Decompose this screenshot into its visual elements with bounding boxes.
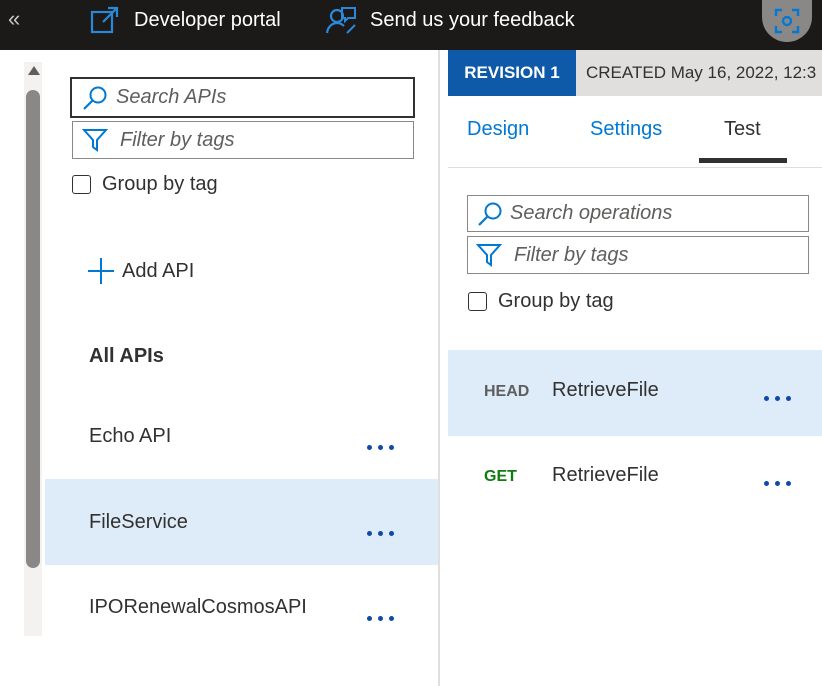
api-name: FileService (89, 510, 188, 533)
operation-name: RetrieveFile (552, 379, 659, 401)
more-options-icon[interactable] (367, 445, 394, 450)
operation-list-item[interactable]: HEAD RetrieveFile (448, 350, 822, 436)
operation-list-item[interactable]: GET RetrieveFile (448, 436, 822, 522)
scroll-up-arrow-icon[interactable] (28, 66, 40, 75)
double-chevron-left-icon[interactable]: « (8, 5, 20, 33)
top-command-bar: « Developer portal Send us your feedback (0, 0, 822, 50)
tab-test[interactable]: Test (724, 118, 761, 141)
search-apis-box[interactable] (70, 77, 415, 118)
search-apis-input[interactable] (116, 86, 413, 109)
filter-operations-box[interactable] (467, 236, 809, 274)
api-list-item[interactable]: Echo API (45, 393, 438, 479)
group-by-tag-checkbox[interactable]: Group by tag (72, 173, 218, 196)
scrollbar-thumb[interactable] (26, 90, 40, 568)
revision-created-text: CREATED May 16, 2022, 12:3 (576, 50, 822, 96)
group-by-tag-label: Group by tag (498, 290, 614, 312)
api-list-item[interactable]: FileService (45, 479, 438, 565)
developer-portal-label: Developer portal (134, 8, 281, 31)
search-icon (478, 202, 502, 226)
send-feedback-button[interactable]: Send us your feedback (326, 0, 575, 40)
tab-design[interactable]: Design (467, 118, 529, 141)
more-options-icon[interactable] (764, 396, 791, 401)
search-operations-box[interactable] (467, 195, 809, 232)
plus-icon (88, 258, 114, 284)
active-tab-indicator (699, 158, 787, 163)
open-external-icon (90, 6, 119, 34)
send-feedback-label: Send us your feedback (370, 8, 575, 31)
search-operations-input[interactable] (510, 202, 808, 225)
screenshot-focus-button[interactable] (762, 0, 812, 42)
add-api-label: Add API (122, 259, 195, 282)
filter-operations-input[interactable] (514, 243, 808, 267)
filter-apis-input[interactable] (120, 128, 413, 152)
search-icon (83, 86, 107, 110)
checkbox-box[interactable] (72, 175, 91, 194)
all-apis-heading: All APIs (89, 345, 164, 367)
more-options-icon[interactable] (367, 531, 394, 536)
revision-badge: REVISION 1 (448, 50, 576, 96)
api-name: IPORenewalCosmosAPI (89, 595, 307, 618)
http-method-badge: HEAD (484, 383, 530, 400)
http-method-badge: GET (484, 468, 517, 485)
developer-portal-button[interactable]: Developer portal (90, 0, 281, 40)
group-by-tag-checkbox[interactable]: Group by tag (468, 290, 614, 313)
more-options-icon[interactable] (764, 481, 791, 486)
group-by-tag-label: Group by tag (102, 173, 218, 195)
api-list-item[interactable]: IPORenewalCosmosAPI (45, 564, 438, 650)
checkbox-box[interactable] (468, 292, 487, 311)
api-name: Echo API (89, 424, 172, 447)
filter-icon (82, 129, 108, 152)
screenshot-focus-icon (774, 8, 800, 34)
add-api-button[interactable]: Add API (88, 258, 194, 284)
api-detail-panel: REVISION 1 CREATED May 16, 2022, 12:3 De… (448, 50, 822, 686)
operation-name: RetrieveFile (552, 464, 659, 486)
feedback-person-icon (326, 7, 356, 34)
more-options-icon[interactable] (367, 616, 394, 621)
filter-icon (476, 244, 502, 267)
filter-apis-box[interactable] (72, 121, 414, 159)
tab-settings[interactable]: Settings (590, 118, 662, 141)
